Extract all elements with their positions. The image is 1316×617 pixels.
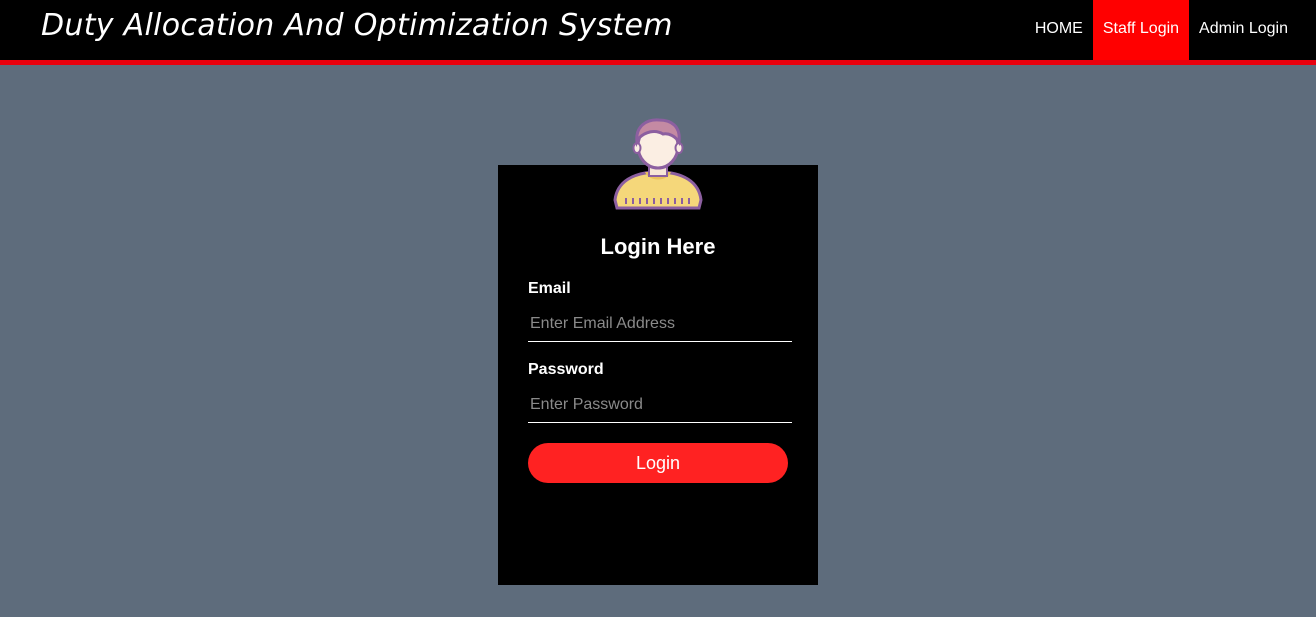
- site-title: Duty Allocation And Optimization System: [41, 8, 673, 43]
- password-label: Password: [528, 361, 604, 378]
- password-input[interactable]: [528, 387, 792, 423]
- nav-admin-login-link[interactable]: Admin Login: [1189, 0, 1298, 60]
- nav-home-link[interactable]: HOME: [1025, 0, 1093, 60]
- user-avatar-icon: [611, 116, 705, 210]
- email-label: Email: [528, 280, 571, 297]
- top-navbar: Duty Allocation And Optimization System …: [0, 0, 1316, 65]
- login-card: Login Here Email Password Login: [498, 165, 818, 585]
- email-input[interactable]: [528, 306, 792, 342]
- nav-staff-login-link[interactable]: Staff Login: [1092, 0, 1190, 60]
- login-button[interactable]: Login: [528, 443, 788, 483]
- nav-menu: HOME Staff Login Admin Login: [1025, 0, 1298, 60]
- login-title: Login Here: [600, 234, 716, 259]
